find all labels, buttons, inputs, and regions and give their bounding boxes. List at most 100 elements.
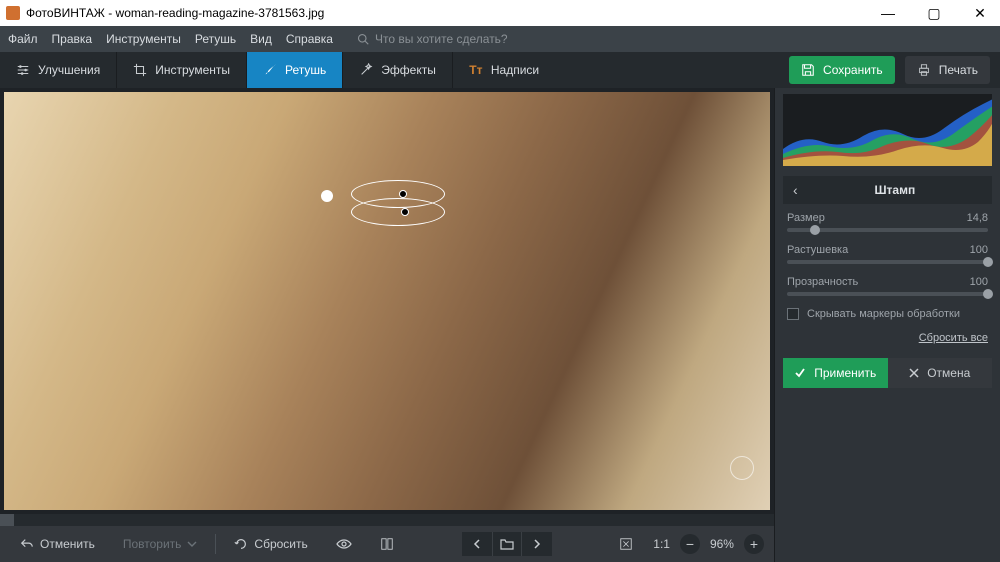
reset-label: Сбросить [254,537,307,551]
browse-button[interactable] [492,532,522,556]
zoom-percent: 96% [710,537,734,551]
tab-label: Надписи [491,63,539,77]
opacity-value: 100 [970,276,988,288]
sliders-icon [16,63,30,77]
tab-label: Эффекты [381,63,436,77]
cancel-label: Отмена [927,366,970,380]
tab-enhance[interactable]: Улучшения [0,52,116,88]
eye-icon [336,538,352,550]
tab-effects[interactable]: Эффекты [342,52,452,88]
next-file-button[interactable] [522,532,552,556]
feather-slider-row: Растушевка 100 [787,244,988,264]
preview-button[interactable] [326,531,362,557]
prev-file-button[interactable] [462,532,492,556]
feather-label: Растушевка [787,244,848,256]
folder-icon [500,538,514,550]
panel-header: ‹ Штамп [783,176,992,204]
opacity-label: Прозрачность [787,276,858,288]
redo-label: Повторить [123,537,182,551]
search-placeholder: Что вы хотите сделать? [375,32,508,46]
chevron-left-icon [472,539,482,549]
reset-button[interactable]: Сбросить [224,531,317,557]
bottom-toolbar: Отменить Повторить Сбросить [0,526,774,562]
photo-image [4,92,770,510]
sidebar: ‹ Штамп Размер 14,8 Растушевка 100 Прозрач… [774,88,1000,562]
size-slider[interactable] [787,228,988,232]
crop-icon [133,63,147,77]
app-logo-icon [6,6,20,20]
apply-button[interactable]: Применить [783,358,888,388]
print-icon [917,63,931,77]
back-button[interactable]: ‹ [793,182,798,198]
fit-icon [619,537,633,551]
hide-markers-row[interactable]: Скрывать маркеры обработки [787,308,988,320]
search-ask[interactable]: Что вы хотите сделать? [357,32,508,46]
hide-markers-checkbox[interactable] [787,308,799,320]
size-slider-row: Размер 14,8 [787,212,988,232]
size-value: 14,8 [967,212,988,224]
reset-all-link[interactable]: Сбросить все [787,332,988,344]
image-viewport[interactable] [4,92,770,510]
menu-edit[interactable]: Правка [52,32,93,46]
menu-retouch[interactable]: Ретушь [195,32,236,46]
undo-label: Отменить [40,537,95,551]
chevron-down-icon [187,539,197,549]
compare-icon [380,537,394,551]
close-button[interactable]: ✕ [966,3,994,23]
panel-title: Штамп [808,183,982,197]
hide-markers-label: Скрывать маркеры обработки [807,308,960,320]
zoom-out-button[interactable]: − [680,534,700,554]
file-nav [462,532,552,556]
undo-button[interactable]: Отменить [10,531,105,557]
maximize-button[interactable]: ▢ [920,3,948,23]
close-icon [909,368,919,378]
search-icon [357,33,369,45]
window-title: ФотоВИНТАЖ - woman-reading-magazine-3781… [26,6,874,20]
menu-tools[interactable]: Инструменты [106,32,181,46]
compare-button[interactable] [370,531,404,557]
feather-slider[interactable] [787,260,988,264]
zoom-in-button[interactable]: + [744,534,764,554]
print-label: Печать [939,63,978,77]
apply-row: Применить Отмена [783,358,992,388]
zoom-ratio[interactable]: 1:1 [653,537,670,551]
target-icon [730,456,754,480]
menu-help[interactable]: Справка [286,32,333,46]
window-controls: — ▢ ✕ [874,3,994,23]
text-icon: Tᴛ [469,63,483,77]
menu-file[interactable]: Файл [8,32,38,46]
histogram-icon [783,94,992,166]
menu-bar: Файл Правка Инструменты Ретушь Вид Справ… [0,26,1000,52]
histogram [783,94,992,166]
check-icon [794,367,806,379]
redo-button[interactable]: Повторить [113,531,208,557]
save-label: Сохранить [823,63,883,77]
size-label: Размер [787,212,825,224]
cancel-button[interactable]: Отмена [888,358,993,388]
brush-icon [263,63,277,77]
undo-icon [20,537,34,551]
horizontal-scrollbar[interactable] [0,514,774,526]
minimize-button[interactable]: — [874,3,902,23]
feather-value: 100 [970,244,988,256]
fit-button[interactable] [609,531,643,557]
tab-tools[interactable]: Инструменты [116,52,246,88]
tab-retouch[interactable]: Ретушь [246,52,342,88]
chevron-right-icon [532,539,542,549]
save-icon [801,63,815,77]
title-bar: ФотоВИНТАЖ - woman-reading-magazine-3781… [0,0,1000,26]
tab-captions[interactable]: Tᴛ Надписи [452,52,555,88]
tab-label: Улучшения [38,63,100,77]
reset-icon [234,537,248,551]
opacity-slider-row: Прозрачность 100 [787,276,988,296]
print-button[interactable]: Печать [905,56,990,84]
tool-tabs: Улучшения Инструменты Ретушь Эффекты Tᴛ … [0,52,1000,88]
apply-label: Применить [814,366,876,380]
opacity-slider[interactable] [787,292,988,296]
wand-icon [359,63,373,77]
tab-label: Инструменты [155,63,230,77]
menu-view[interactable]: Вид [250,32,272,46]
save-button[interactable]: Сохранить [789,56,895,84]
tab-label: Ретушь [285,63,326,77]
canvas-area: Отменить Повторить Сбросить [0,88,774,562]
